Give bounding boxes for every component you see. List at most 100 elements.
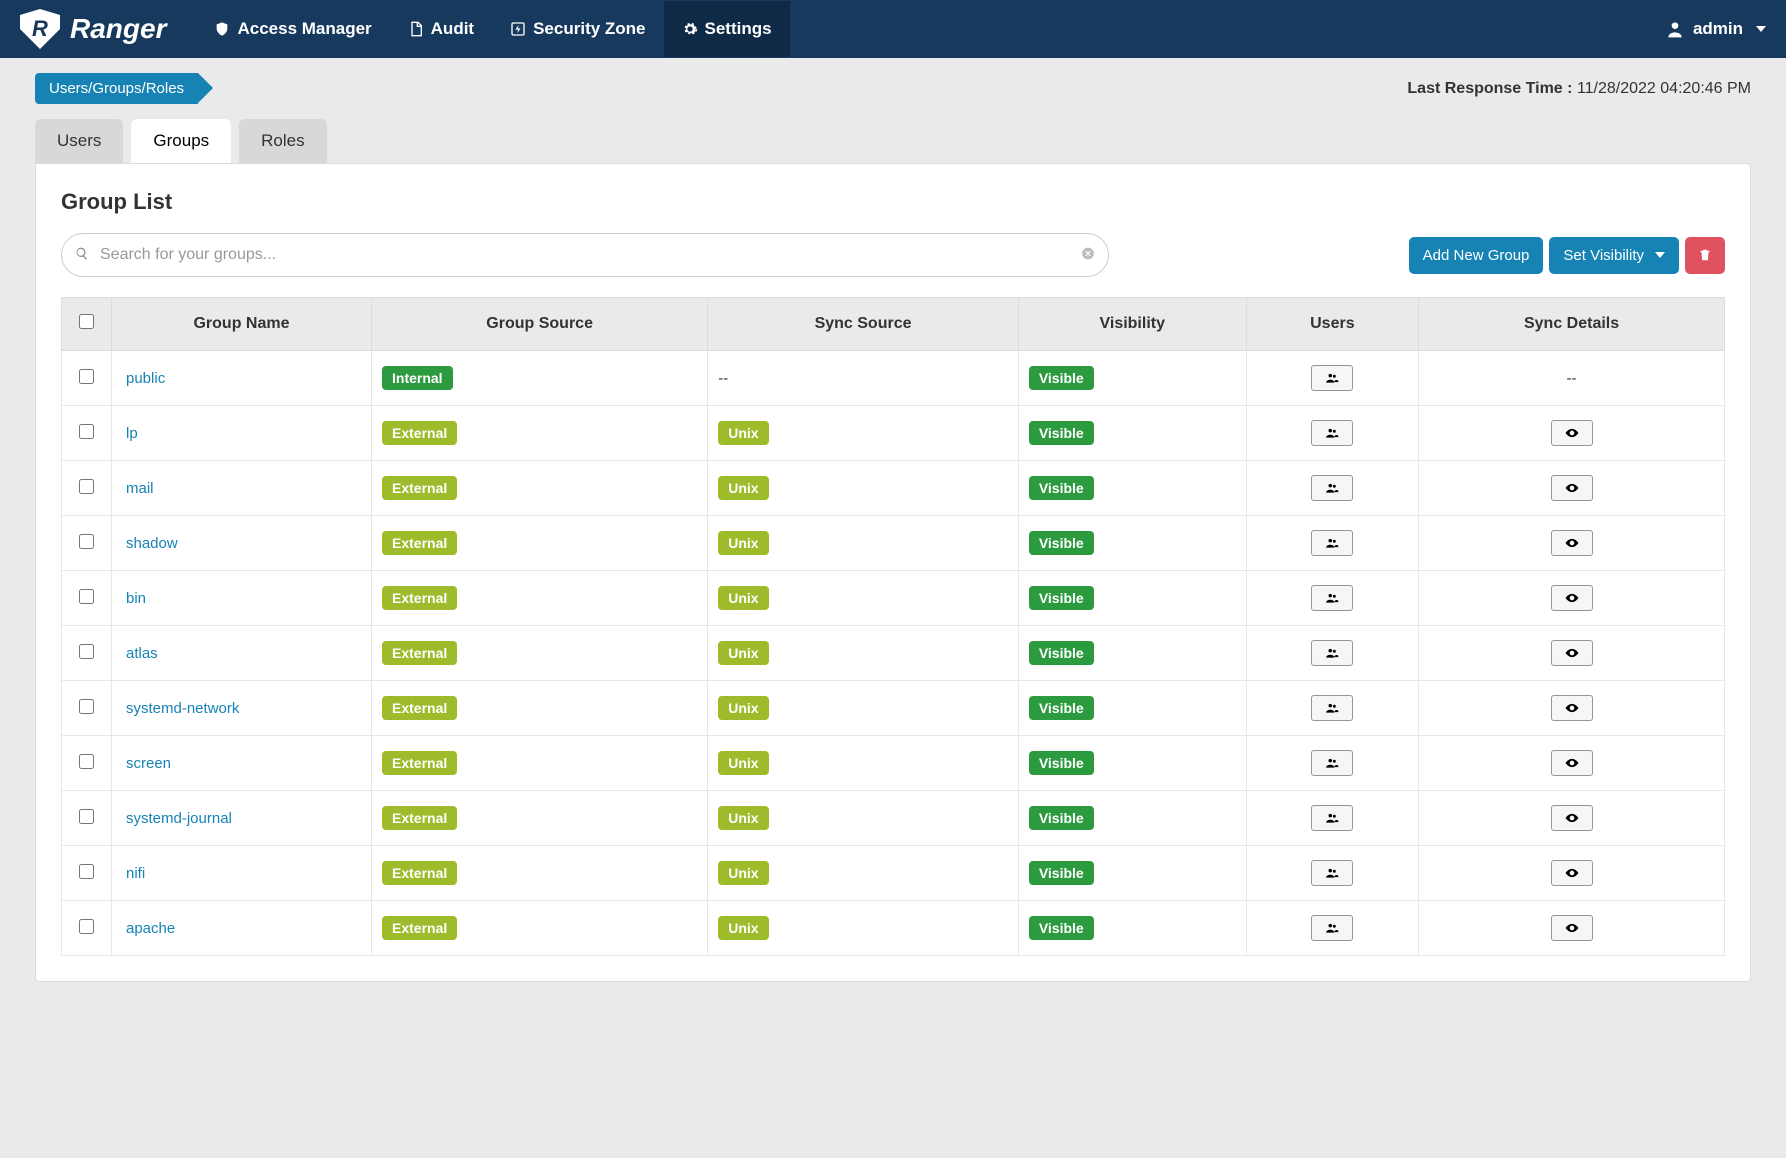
- sync-details-button[interactable]: [1551, 585, 1593, 611]
- view-users-button[interactable]: [1311, 530, 1353, 556]
- nav-item-security-zone[interactable]: Security Zone: [492, 1, 663, 57]
- sync-source-badge: Unix: [718, 696, 768, 720]
- user-icon: [1665, 19, 1685, 39]
- view-users-button[interactable]: [1311, 640, 1353, 666]
- breadcrumb[interactable]: Users/Groups/Roles: [35, 73, 198, 104]
- nav-label: Settings: [705, 19, 772, 39]
- view-users-button[interactable]: [1311, 420, 1353, 446]
- delete-button[interactable]: [1685, 237, 1725, 274]
- view-users-button[interactable]: [1311, 695, 1353, 721]
- users-icon: [1323, 701, 1341, 715]
- user-label: admin: [1693, 19, 1743, 39]
- sync-source-badge: Unix: [718, 806, 768, 830]
- table-row: shadowExternalUnixVisible: [62, 516, 1725, 571]
- nav-item-settings[interactable]: Settings: [664, 1, 790, 57]
- sync-details-button[interactable]: [1551, 750, 1593, 776]
- group-name-link[interactable]: screen: [126, 755, 171, 772]
- search-input[interactable]: [61, 233, 1109, 277]
- table-row: publicInternal--Visible--: [62, 351, 1725, 406]
- sync-details-button[interactable]: [1551, 475, 1593, 501]
- eye-icon: [1563, 756, 1581, 770]
- nav-label: Access Manager: [237, 19, 371, 39]
- users-icon: [1323, 756, 1341, 770]
- view-users-button[interactable]: [1311, 475, 1353, 501]
- group-list-panel: Group List Add New Group Set Visibility: [35, 163, 1751, 982]
- row-checkbox[interactable]: [79, 424, 94, 439]
- add-new-group-button[interactable]: Add New Group: [1409, 237, 1544, 274]
- users-icon: [1323, 481, 1341, 495]
- sync-details-button[interactable]: [1551, 695, 1593, 721]
- tab-roles[interactable]: Roles: [239, 119, 326, 163]
- row-checkbox[interactable]: [79, 699, 94, 714]
- visibility-badge: Visible: [1029, 861, 1094, 885]
- header-group-name: Group Name: [112, 298, 372, 351]
- table-row: nifiExternalUnixVisible: [62, 846, 1725, 901]
- sync-source-badge: Unix: [718, 531, 768, 555]
- row-checkbox[interactable]: [79, 369, 94, 384]
- user-menu[interactable]: admin: [1665, 19, 1766, 39]
- table-row: systemd-networkExternalUnixVisible: [62, 681, 1725, 736]
- header-visibility: Visibility: [1018, 298, 1246, 351]
- view-users-button[interactable]: [1311, 915, 1353, 941]
- header-users: Users: [1246, 298, 1418, 351]
- group-name-link[interactable]: nifi: [126, 865, 145, 882]
- group-source-badge: External: [382, 751, 457, 775]
- table-row: systemd-journalExternalUnixVisible: [62, 791, 1725, 846]
- nav-item-audit[interactable]: Audit: [390, 1, 492, 57]
- set-visibility-button[interactable]: Set Visibility: [1549, 237, 1679, 274]
- group-source-badge: External: [382, 476, 457, 500]
- sync-details-button[interactable]: [1551, 420, 1593, 446]
- group-name-link[interactable]: atlas: [126, 645, 158, 662]
- row-checkbox[interactable]: [79, 479, 94, 494]
- visibility-badge: Visible: [1029, 421, 1094, 445]
- table-row: lpExternalUnixVisible: [62, 406, 1725, 461]
- sync-details-button[interactable]: [1551, 640, 1593, 666]
- view-users-button[interactable]: [1311, 750, 1353, 776]
- sync-details-button[interactable]: [1551, 915, 1593, 941]
- sync-details-button[interactable]: [1551, 530, 1593, 556]
- row-checkbox[interactable]: [79, 534, 94, 549]
- group-name-link[interactable]: apache: [126, 920, 175, 937]
- nav-item-access-manager[interactable]: Access Manager: [196, 1, 389, 57]
- tab-users[interactable]: Users: [35, 119, 123, 163]
- caret-down-icon: [1655, 252, 1665, 258]
- search-box: [61, 233, 1109, 277]
- group-name-link[interactable]: shadow: [126, 535, 178, 552]
- group-name-link[interactable]: systemd-network: [126, 700, 239, 717]
- view-users-button[interactable]: [1311, 365, 1353, 391]
- view-users-button[interactable]: [1311, 805, 1353, 831]
- row-checkbox[interactable]: [79, 754, 94, 769]
- users-icon: [1323, 591, 1341, 605]
- row-checkbox[interactable]: [79, 809, 94, 824]
- shield-icon: [214, 21, 230, 37]
- header-sync-details: Sync Details: [1419, 298, 1725, 351]
- row-checkbox[interactable]: [79, 589, 94, 604]
- visibility-badge: Visible: [1029, 641, 1094, 665]
- group-name-link[interactable]: bin: [126, 590, 146, 607]
- clear-search-icon[interactable]: [1081, 247, 1095, 264]
- row-checkbox[interactable]: [79, 644, 94, 659]
- group-source-badge: External: [382, 861, 457, 885]
- table-row: mailExternalUnixVisible: [62, 461, 1725, 516]
- group-name-link[interactable]: mail: [126, 480, 154, 497]
- group-source-badge: External: [382, 696, 457, 720]
- row-checkbox[interactable]: [79, 864, 94, 879]
- tab-groups[interactable]: Groups: [131, 119, 231, 163]
- sync-source-badge: Unix: [718, 476, 768, 500]
- row-checkbox[interactable]: [79, 919, 94, 934]
- select-all-checkbox[interactable]: [79, 314, 94, 329]
- group-name-link[interactable]: systemd-journal: [126, 810, 232, 827]
- group-name-link[interactable]: lp: [126, 425, 138, 442]
- brand[interactable]: R Ranger: [20, 9, 166, 49]
- group-source-badge: External: [382, 531, 457, 555]
- eye-icon: [1563, 536, 1581, 550]
- users-icon: [1323, 921, 1341, 935]
- sync-details-button[interactable]: [1551, 805, 1593, 831]
- eye-icon: [1563, 481, 1581, 495]
- response-time-value: 11/28/2022 04:20:46 PM: [1577, 80, 1751, 97]
- users-icon: [1323, 371, 1341, 385]
- group-name-link[interactable]: public: [126, 370, 165, 387]
- sync-details-button[interactable]: [1551, 860, 1593, 886]
- view-users-button[interactable]: [1311, 860, 1353, 886]
- view-users-button[interactable]: [1311, 585, 1353, 611]
